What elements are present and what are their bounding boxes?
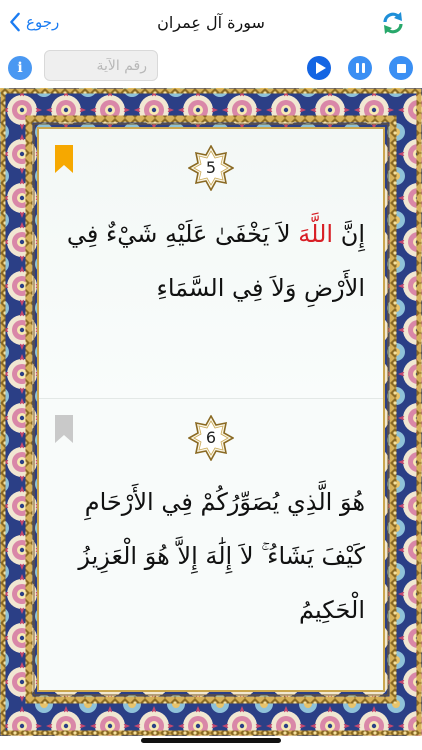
verse-card[interactable]: 5 إِنَّ اللَّهَ لاَ يَخْفَىٰ عَلَيْهِ شَ… — [39, 129, 383, 399]
verse-text-word: إِنَّ — [340, 220, 365, 248]
pause-button[interactable] — [348, 56, 372, 80]
verse-number-badge: 6 — [188, 415, 234, 461]
sync-arrows-icon — [383, 12, 403, 34]
bookmark-icon[interactable] — [55, 145, 73, 173]
verses-panel: 5 إِنَّ اللَّهَ لاَ يَخْفَىٰ عَلَيْهِ شَ… — [37, 127, 385, 692]
ornamental-frame: 5 إِنَّ اللَّهَ لاَ يَخْفَىٰ عَلَيْهِ شَ… — [0, 88, 422, 736]
surah-title: سورة آل عِمران — [157, 13, 265, 32]
verse-number: 5 — [205, 158, 217, 177]
verse-number-input[interactable] — [44, 50, 158, 81]
bookmark-icon[interactable] — [55, 415, 73, 443]
pause-icon — [355, 63, 365, 73]
play-button[interactable] — [307, 56, 331, 80]
verse-number: 6 — [205, 428, 217, 447]
verse-card[interactable]: 6 هُوَ الَّذِي يُصَوِّرُكُمْ فِي الأَرْح… — [39, 399, 383, 690]
play-icon — [315, 62, 326, 74]
navigation-bar: رجوع سورة آل عِمران — [0, 0, 422, 46]
verse-number-badge: 5 — [188, 145, 234, 191]
home-indicator[interactable] — [141, 738, 281, 743]
divine-name: اللَّهَ — [298, 220, 334, 248]
verse-text: هُوَ الَّذِي يُصَوِّرُكُمْ فِي الأَرْحَا… — [78, 488, 365, 624]
stop-icon — [396, 63, 406, 73]
info-icon: i — [17, 60, 23, 76]
sync-button[interactable] — [380, 10, 406, 36]
verse-text: إِنَّ اللَّهَ لاَ يَخْفَىٰ عَلَيْهِ شَيْ… — [51, 207, 365, 315]
info-button[interactable]: i — [8, 56, 32, 80]
stop-button[interactable] — [389, 56, 413, 80]
toolbar: i — [0, 46, 422, 86]
